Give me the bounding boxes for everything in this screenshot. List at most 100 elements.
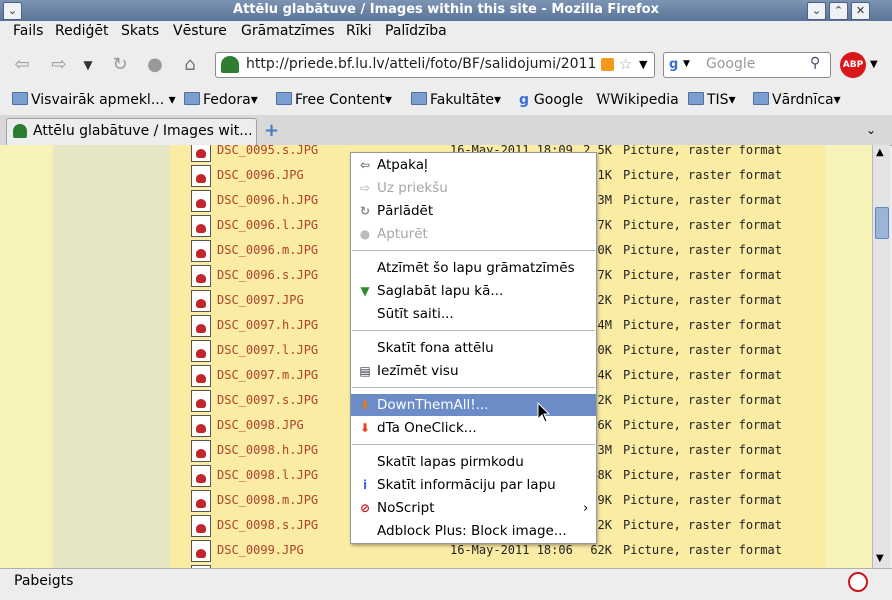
window-title-bar[interactable]: ⌄ Attēlu glabātuve / Images within this … (0, 0, 892, 21)
menu-separator (352, 444, 595, 445)
file-link[interactable]: DSC_0098.JPG (217, 418, 304, 432)
home-icon[interactable]: ⌂ (178, 53, 202, 77)
context-menu-item[interactable]: Atzīmēt šo lapu grāmatzīmēs (351, 257, 596, 279)
context-menu-item[interactable]: ⊘ NoScript › (351, 497, 596, 519)
context-menu-item[interactable]: Sūtīt saiti... (351, 303, 596, 325)
maximize-icon[interactable]: ⌃ (829, 2, 848, 20)
image-file-icon[interactable] (191, 265, 211, 287)
file-link[interactable]: DSC_0097.s.JPG (217, 393, 318, 407)
bookmark-google[interactable]: g Google (519, 92, 583, 108)
image-file-icon[interactable] (191, 515, 211, 537)
image-file-icon[interactable] (191, 390, 211, 412)
file-link[interactable]: DSC_0096.h.JPG (217, 193, 318, 207)
file-link[interactable]: DSC_0096.m.JPG (217, 243, 318, 257)
url-dropdown-icon[interactable]: ▼ (639, 58, 647, 71)
search-box[interactable]: g ▼ Google ⚲ (663, 52, 831, 78)
file-link[interactable]: DSC_0096.l.JPG (217, 218, 318, 232)
adblock-dropdown-icon[interactable]: ▼ (870, 59, 878, 70)
context-menu-item[interactable]: ▤ Iezīmēt visu (351, 360, 596, 382)
tab-list-dropdown-icon[interactable]: ⌄ (866, 123, 876, 137)
minimize-icon[interactable]: ⌄ (807, 2, 826, 20)
menu-view[interactable]: Skats (121, 23, 159, 39)
context-menu-item[interactable]: i Skatīt informāciju par lapu (351, 474, 596, 496)
image-file-icon[interactable] (191, 440, 211, 462)
menu-bookmarks[interactable]: Grāmatzīmes (241, 23, 335, 39)
scroll-down-icon[interactable]: ▼ (876, 553, 884, 564)
search-input[interactable]: Google (706, 56, 755, 72)
forward-icon[interactable]: ⇨ (47, 53, 71, 77)
tab-images[interactable]: Attēlu glabātuve / Images wit... (6, 118, 257, 145)
file-type: Picture, raster format (623, 268, 782, 282)
image-file-icon[interactable] (191, 165, 211, 187)
file-link[interactable]: DSC_0097.l.JPG (217, 343, 318, 357)
engine-dropdown-icon[interactable]: ▼ (683, 59, 690, 69)
file-link[interactable]: DSC_0096.JPG (217, 168, 304, 182)
rss-feed-icon[interactable] (601, 58, 614, 71)
context-menu-item[interactable]: ⇦ Atpakaļ (351, 154, 596, 176)
noscript-status-icon[interactable] (848, 572, 868, 592)
image-file-icon[interactable] (191, 465, 211, 487)
file-link[interactable]: DSC_0097.m.JPG (217, 368, 318, 382)
menu-tools[interactable]: Rīki (346, 23, 372, 39)
site-favicon-tree-icon (221, 56, 239, 73)
stop-icon[interactable]: ● (143, 53, 167, 77)
context-menu-item[interactable]: ⬇ DownThemAll!... (351, 394, 596, 416)
file-link[interactable]: DSC_0096.s.JPG (217, 268, 318, 282)
stop-icon: ● (359, 227, 371, 241)
image-file-icon[interactable] (191, 540, 211, 562)
bookmark-tis[interactable]: TIS▾ (688, 92, 736, 108)
reload-icon[interactable]: ↻ (108, 53, 132, 77)
bookmark-vardnica[interactable]: Vārdnīca▾ (753, 92, 841, 108)
context-menu-item[interactable]: ▼ Saglabāt lapu kā... (351, 280, 596, 302)
image-file-icon[interactable] (191, 490, 211, 512)
url-input[interactable]: http://priede.bf.lu.lv/atteli/foto/BF/sa… (246, 56, 596, 72)
folder-icon (276, 92, 292, 105)
bookmark-wikipedia[interactable]: WWikipedia (596, 92, 679, 108)
file-link[interactable]: DSC_0098.s.JPG (217, 518, 318, 532)
bookmark-free-content[interactable]: Free Content▾ (276, 92, 392, 108)
context-menu-label: Apturēt (377, 226, 428, 242)
back-icon[interactable]: ⇦ (10, 53, 34, 77)
vertical-scrollbar[interactable]: ▲ ▼ (872, 145, 890, 568)
context-menu-item[interactable]: ↻ Pārlādēt (351, 200, 596, 222)
menu-history[interactable]: Vēsture (173, 23, 227, 39)
file-type: Picture, raster format (623, 168, 782, 182)
menu-help[interactable]: Palīdzība (385, 23, 447, 39)
image-file-icon[interactable] (191, 145, 211, 162)
image-file-icon[interactable] (191, 365, 211, 387)
file-link[interactable]: DSC_0098.l.JPG (217, 468, 318, 482)
image-file-icon[interactable] (191, 190, 211, 212)
menu-edit[interactable]: Rediģēt (55, 23, 108, 39)
bookmark-star-icon[interactable]: ☆ (619, 55, 632, 73)
file-link[interactable]: DSC_0099.JPG (217, 543, 304, 557)
bookmark-most-visited[interactable]: Visvairāk apmekl... ▾ (12, 92, 176, 108)
search-icon[interactable]: ⚲ (810, 55, 820, 71)
image-file-icon[interactable] (191, 340, 211, 362)
context-menu-item[interactable]: ⬇ dTa OneClick... (351, 417, 596, 439)
file-link[interactable]: DSC_0098.m.JPG (217, 493, 318, 507)
new-tab-icon[interactable]: + (264, 120, 279, 141)
google-engine-icon[interactable]: g (669, 57, 678, 72)
image-file-icon[interactable] (191, 215, 211, 237)
bookmark-fakultate[interactable]: Fakultāte▾ (411, 92, 501, 108)
file-link[interactable]: DSC_0095.s.JPG (217, 145, 318, 157)
image-file-icon[interactable] (191, 240, 211, 262)
image-file-icon[interactable] (191, 415, 211, 437)
adblock-plus-icon[interactable]: ABP (840, 52, 866, 78)
image-file-icon[interactable] (191, 315, 211, 337)
file-link[interactable]: DSC_0097.JPG (217, 293, 304, 307)
context-menu-label: Iezīmēt visu (377, 363, 459, 379)
menu-file[interactable]: Fails (13, 23, 43, 39)
scroll-up-icon[interactable]: ▲ (876, 147, 884, 158)
scroll-thumb[interactable] (875, 207, 889, 239)
context-menu-item[interactable]: Skatīt fona attēlu (351, 337, 596, 359)
context-menu-item[interactable]: Skatīt lapas pirmkodu (351, 451, 596, 473)
history-dropdown-icon[interactable]: ▼ (78, 53, 98, 77)
file-link[interactable]: DSC_0097.h.JPG (217, 318, 318, 332)
url-bar[interactable]: http://priede.bf.lu.lv/atteli/foto/BF/sa… (215, 52, 655, 78)
file-link[interactable]: DSC_0098.h.JPG (217, 443, 318, 457)
context-menu-item[interactable]: Adblock Plus: Block image... (351, 520, 596, 542)
bookmark-fedora[interactable]: Fedora▾ (184, 92, 258, 108)
close-icon[interactable]: ✕ (851, 2, 870, 20)
image-file-icon[interactable] (191, 290, 211, 312)
